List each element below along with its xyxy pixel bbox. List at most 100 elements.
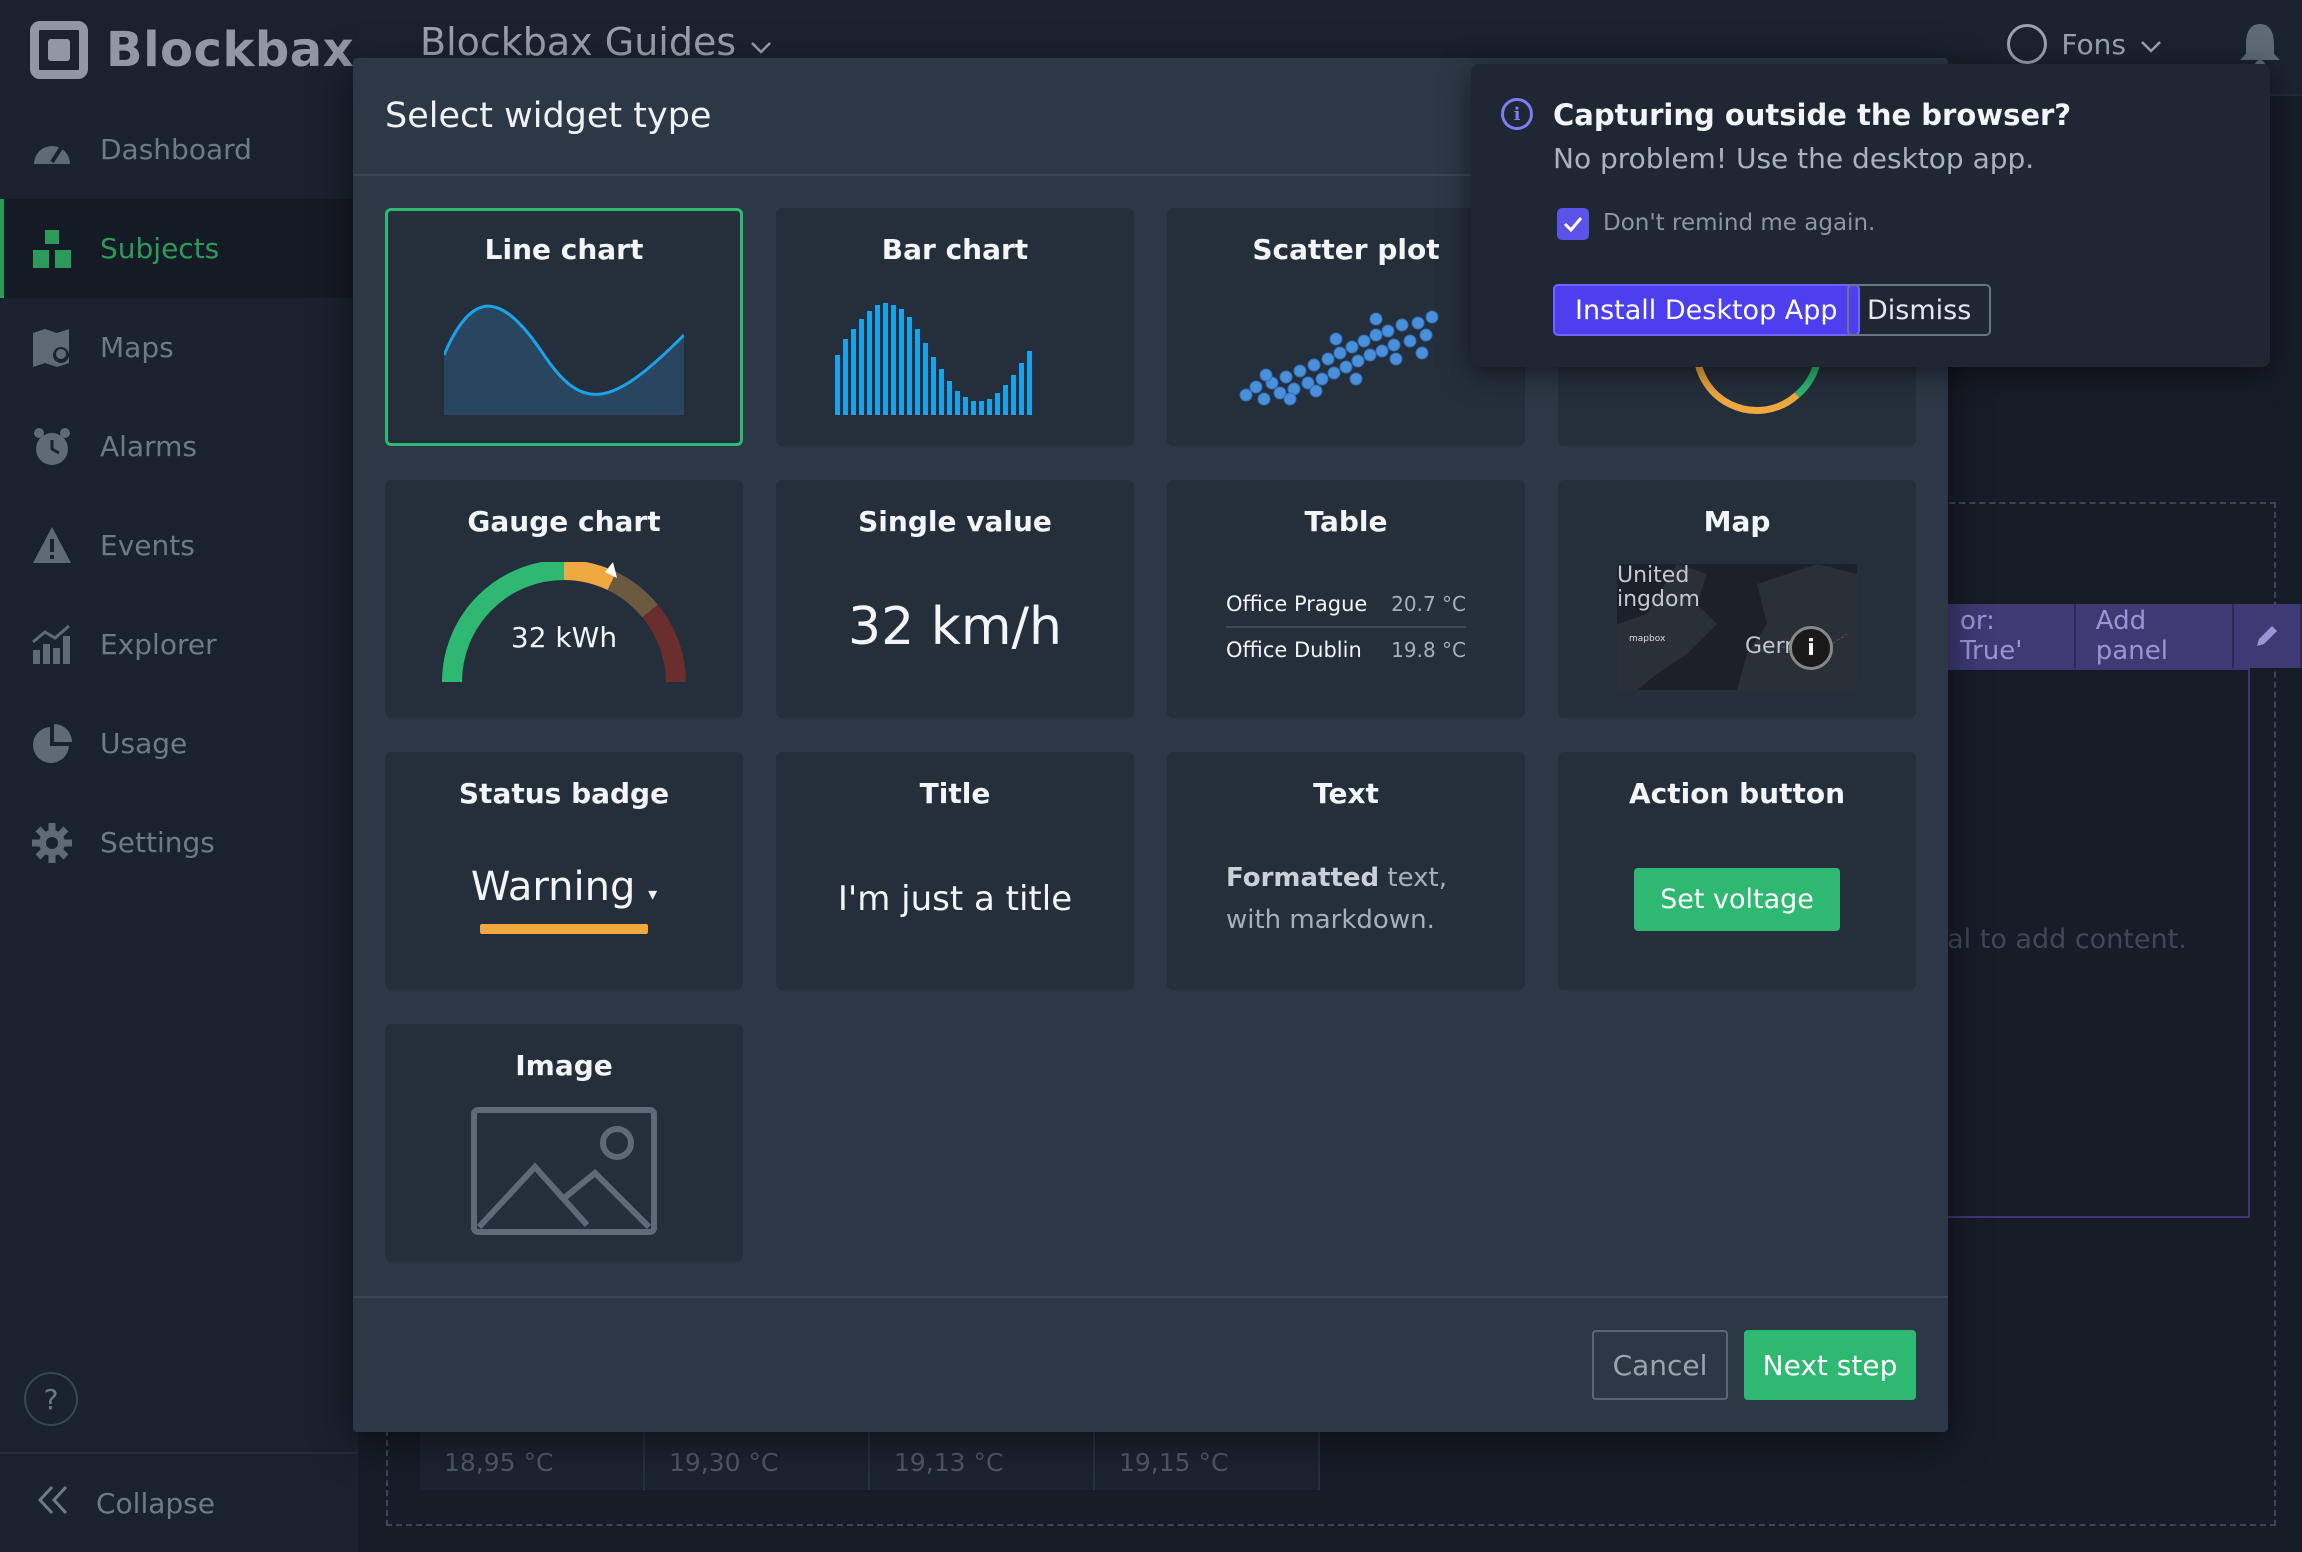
modal-title: Select widget type	[385, 96, 712, 136]
dont-remind-label[interactable]: Don't remind me again.	[1603, 210, 1875, 236]
action-button-sample: Set voltage	[1634, 867, 1840, 931]
chevron-down-icon	[2140, 28, 2162, 61]
dont-remind-checkbox[interactable]	[1557, 208, 1589, 240]
widget-tile-text[interactable]: Text Formatted text, with markdown.	[1167, 752, 1525, 990]
tile-title: Scatter plot	[1252, 233, 1440, 266]
next-step-button[interactable]: Next step	[1744, 1330, 1916, 1400]
widget-tile-gauge-chart[interactable]: Gauge chart 32 kWh	[385, 480, 743, 718]
table-row: Office Dublin 19.8 °C	[1226, 628, 1466, 672]
sidebar-item-settings[interactable]: Settings	[0, 793, 358, 892]
widget-tile-map[interactable]: Map United ingdom mapbox Gern i	[1558, 480, 1916, 718]
checkmark-icon	[1563, 217, 1583, 232]
cancel-button[interactable]: Cancel	[1592, 1330, 1728, 1400]
info-icon[interactable]: i	[1789, 626, 1833, 670]
tile-preview: Formatted text, with markdown.	[1170, 825, 1522, 973]
tile-preview: 32 km/h	[779, 553, 1131, 701]
tile-title: Action button	[1628, 777, 1846, 810]
sidebar-item-label: Explorer	[100, 628, 217, 661]
tile-preview: I'm just a title	[779, 825, 1131, 973]
title-sample: I'm just a title	[837, 879, 1073, 919]
tile-preview: Set voltage	[1561, 825, 1913, 973]
sidebar-item-alarms[interactable]: Alarms	[0, 397, 358, 496]
double-chevron-left-icon	[36, 1483, 70, 1524]
table-cell-value: 20.7 °C	[1391, 592, 1466, 616]
tile-title: Single value	[858, 505, 1052, 538]
sidebar-item-events[interactable]: Events	[0, 496, 358, 595]
map-label-united-kingdom: United ingdom	[1617, 564, 1700, 612]
desktop-app-notification: i Capturing outside the browser? No prob…	[1471, 64, 2270, 367]
notification-subtitle: No problem! Use the desktop app.	[1553, 142, 2035, 175]
install-desktop-app-button[interactable]: Install Desktop App	[1553, 284, 1860, 336]
logo-text: Blockbax	[106, 22, 355, 78]
sidebar-item-label: Events	[100, 529, 195, 562]
user-name: Fons	[2061, 27, 2126, 61]
sidebar-item-subjects[interactable]: Subjects	[0, 199, 358, 298]
sidebar-item-label: Settings	[100, 826, 215, 859]
gear-icon	[30, 821, 74, 865]
single-value-sample: 32 km/h	[848, 597, 1062, 657]
modal-footer: Cancel Next step	[353, 1296, 1948, 1432]
status-badge-preview: Warning ▾	[471, 864, 657, 934]
tile-title: Line chart	[484, 233, 644, 266]
table-cell-value: 19.8 °C	[1391, 638, 1466, 662]
caret-down-icon: ▾	[648, 884, 658, 905]
tile-title: Status badge	[458, 777, 670, 810]
line-chart-preview-icon	[444, 304, 684, 415]
widget-tile-bar-chart[interactable]: Bar chart	[776, 208, 1134, 446]
sidebar-item-label: Subjects	[100, 232, 220, 265]
tile-preview: Warning ▾	[388, 825, 740, 973]
tile-preview: Office Prague 20.7 °C Office Dublin 19.8…	[1170, 553, 1522, 701]
panel-toolbar: or: True' Add panel	[1940, 604, 2302, 668]
cubes-icon	[30, 227, 74, 271]
tile-title: Text	[1313, 777, 1379, 810]
status-badge-bar	[480, 924, 648, 934]
user-avatar-icon	[2007, 24, 2048, 64]
sidebar-item-maps[interactable]: Maps	[0, 298, 358, 397]
map-preview: United ingdom mapbox Gern i	[1617, 564, 1857, 690]
tile-preview: 32 kWh	[388, 553, 740, 701]
bell-icon[interactable]	[2238, 20, 2282, 70]
add-panel-button[interactable]: Add panel	[2075, 604, 2234, 668]
status-badge-sample: Warning ▾	[470, 864, 658, 910]
widget-tile-action-button[interactable]: Action button Set voltage	[1558, 752, 1916, 990]
widget-tile-table[interactable]: Table Office Prague 20.7 °C Office Dubli…	[1167, 480, 1525, 718]
widget-tile-line-chart[interactable]: Line chart	[385, 208, 743, 446]
sidebar-item-label: Dashboard	[100, 133, 252, 166]
tile-preview	[388, 281, 740, 429]
logo[interactable]: Blockbax	[30, 18, 354, 82]
gauge-value: 32 kWh	[510, 621, 618, 654]
tile-preview	[779, 281, 1131, 429]
alarm-clock-icon	[30, 425, 74, 469]
tile-title: Title	[919, 777, 991, 810]
sidebar-item-usage[interactable]: Usage	[0, 694, 358, 793]
blockbax-logo-icon	[30, 21, 88, 79]
scatter-plot-preview-icon	[1239, 310, 1439, 406]
collapse-button[interactable]: Collapse	[0, 1452, 358, 1552]
warning-triangle-icon	[30, 524, 74, 568]
bar-chart-icon	[30, 623, 74, 667]
widget-tile-single-value[interactable]: Single value 32 km/h	[776, 480, 1134, 718]
tile-title: Map	[1703, 505, 1771, 538]
table-cell-name: Office Prague	[1226, 592, 1368, 616]
notification-title: Capturing outside the browser?	[1553, 98, 2072, 132]
sidebar-item-dashboard[interactable]: Dashboard	[0, 100, 358, 199]
tile-title: Gauge chart	[467, 505, 661, 538]
empty-panel-hint: nal to add content.	[1930, 924, 2187, 955]
table-preview: Office Prague 20.7 °C Office Dublin 19.8…	[1226, 582, 1466, 672]
edit-pencil-icon[interactable]	[2234, 604, 2302, 668]
widget-tile-status-badge[interactable]: Status badge Warning ▾	[385, 752, 743, 990]
sidebar-item-label: Alarms	[100, 430, 197, 463]
widget-tile-image[interactable]: Image	[385, 1024, 743, 1262]
panel-condition-label: or: True'	[1940, 604, 2076, 668]
widget-tile-title[interactable]: Title I'm just a title	[776, 752, 1134, 990]
dismiss-button[interactable]: Dismiss	[1847, 284, 1992, 336]
sidebar-nav: Dashboard Subjects Maps Alarms Events Ex…	[0, 100, 358, 892]
sidebar-item-explorer[interactable]: Explorer	[0, 595, 358, 694]
user-menu[interactable]: Fons	[2007, 24, 2162, 64]
help-button[interactable]: ?	[24, 1372, 78, 1426]
tile-title: Image	[515, 1049, 613, 1082]
bar-chart-preview-icon	[835, 303, 1032, 415]
tile-preview	[1170, 281, 1522, 429]
tile-title: Bar chart	[881, 233, 1029, 266]
tile-preview	[388, 1097, 740, 1245]
